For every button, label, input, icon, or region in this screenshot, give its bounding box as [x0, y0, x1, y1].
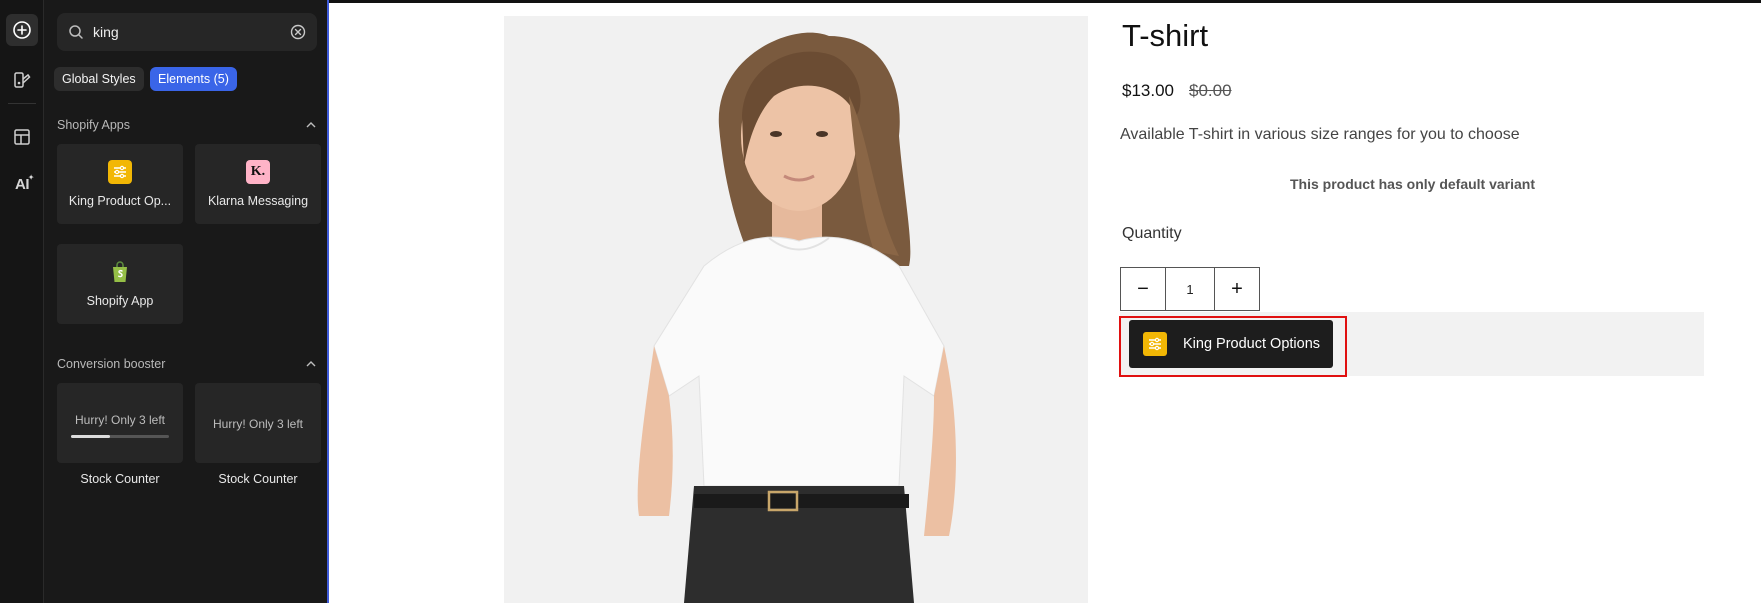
element-shopify-app[interactable]: Shopify App [57, 244, 183, 324]
element-king-product-options[interactable]: King Product Op... [57, 144, 183, 224]
section-title: Shopify Apps [57, 118, 130, 132]
element-label: Stock Counter [218, 472, 298, 486]
add-icon[interactable] [6, 14, 38, 46]
increase-quantity-button[interactable]: + [1215, 268, 1259, 310]
element-label: Shopify App [86, 294, 154, 308]
canvas-top-border [329, 0, 1761, 3]
section-title: Conversion booster [57, 357, 166, 371]
search-icon [69, 25, 83, 39]
element-stock-counter-bar[interactable]: Hurry! Only 3 left [57, 383, 183, 463]
quantity-stepper[interactable]: − 1 + [1120, 267, 1260, 311]
element-label: Klarna Messaging [207, 194, 309, 208]
rail-divider [8, 103, 36, 104]
product-image[interactable] [504, 16, 1088, 603]
clear-search-icon[interactable] [289, 23, 307, 41]
selection-highlight [1119, 316, 1347, 377]
product-price: $13.00 [1122, 81, 1174, 100]
model-photo [504, 16, 1088, 603]
variant-note: This product has only default variant [1289, 176, 1536, 192]
product-title: T-shirt [1122, 18, 1209, 53]
chevron-up-icon[interactable] [305, 119, 317, 131]
global-styles-tooltip: Global Styles [54, 67, 144, 91]
quantity-label: Quantity [1122, 225, 1182, 242]
elements-panel: king Global Styles Elements (5) Shopify … [44, 0, 329, 603]
stock-progress-bar [71, 435, 169, 438]
ai-icon[interactable]: AI ✦ [6, 168, 38, 200]
element-label: King Product Op... [68, 194, 172, 208]
global-styles-icon[interactable] [6, 64, 38, 96]
chevron-up-icon[interactable] [305, 358, 317, 370]
section-header-shopify-apps[interactable]: Shopify Apps [57, 118, 317, 132]
left-toolbar: AI ✦ [0, 0, 44, 603]
element-stock-counter-text[interactable]: Hurry! Only 3 left [195, 383, 321, 463]
quantity-input[interactable]: 1 [1165, 268, 1215, 310]
element-label: Stock Counter [80, 472, 160, 486]
stock-preview-text: Hurry! Only 3 left [212, 417, 304, 431]
compare-at-price: $0.00 [1189, 81, 1232, 100]
decrease-quantity-button[interactable]: − [1121, 268, 1165, 310]
element-klarna-messaging[interactable]: K. Klarna Messaging [195, 144, 321, 224]
king-product-options-icon [108, 160, 132, 184]
search-input[interactable]: king [93, 24, 289, 40]
stock-preview-text: Hurry! Only 3 left [74, 413, 166, 427]
layout-icon[interactable] [6, 121, 38, 153]
section-header-conversion-booster[interactable]: Conversion booster [57, 357, 317, 371]
product-description: Available T-shirt in various size ranges… [1120, 126, 1520, 143]
elements-tab[interactable]: Elements (5) [150, 67, 237, 91]
shopify-bag-icon [108, 260, 132, 284]
klarna-icon: K. [246, 160, 270, 184]
stock-progress-fill [71, 435, 111, 438]
search-box[interactable]: king [57, 13, 317, 51]
